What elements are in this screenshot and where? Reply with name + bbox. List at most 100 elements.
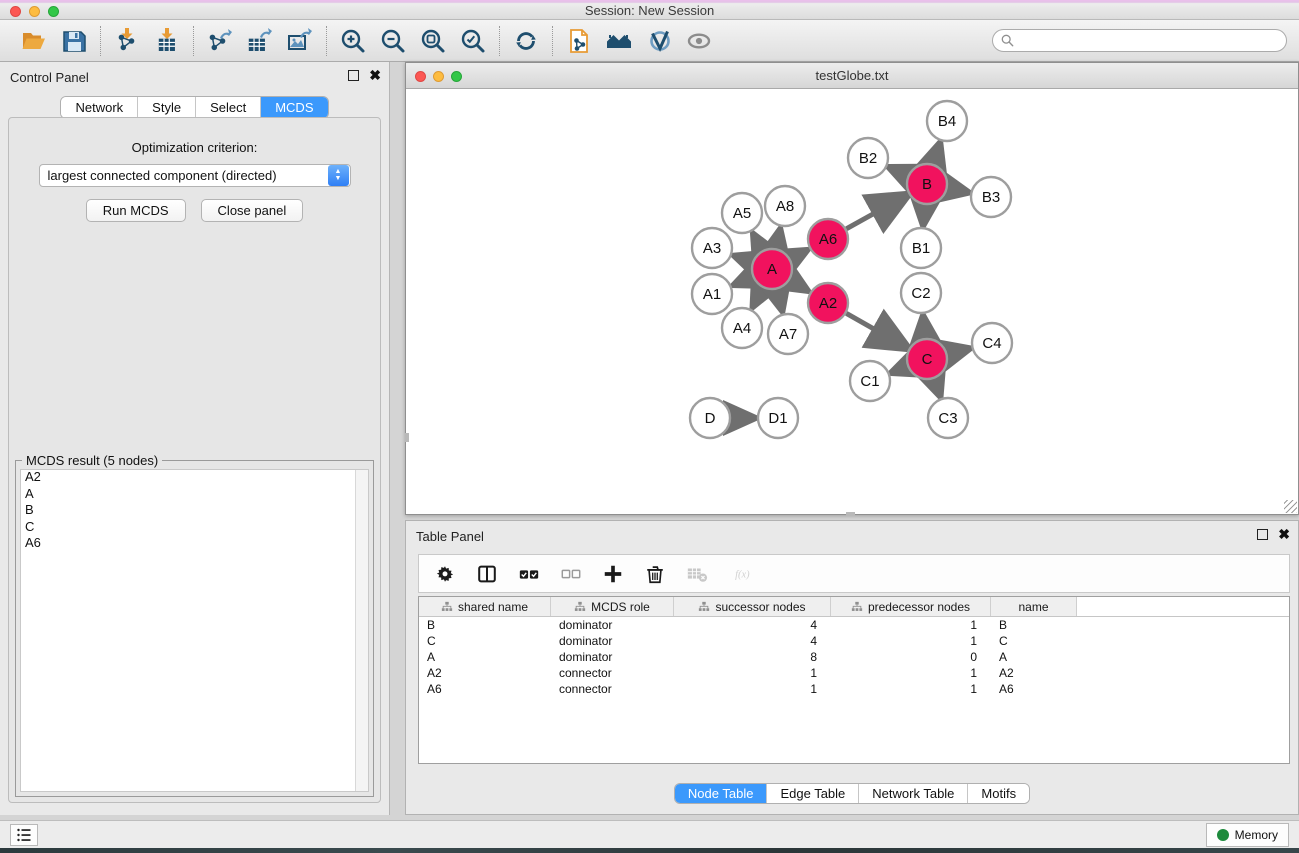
edge-B-B2[interactable]	[891, 168, 908, 175]
split-view-button[interactable]	[473, 560, 501, 588]
column-header-shared-name[interactable]: shared name	[419, 597, 551, 616]
cell-shared-name[interactable]: A	[419, 649, 551, 665]
edge-A-A6[interactable]	[791, 251, 806, 259]
close-panel-button[interactable]: Close panel	[201, 199, 304, 222]
close-table-panel-icon[interactable]: ✖	[1278, 529, 1290, 540]
result-scrollbar[interactable]	[355, 470, 368, 791]
cell-shared-name[interactable]: A2	[419, 665, 551, 681]
net-zoom-button[interactable]	[451, 71, 462, 82]
column-header-predecessor-nodes[interactable]: predecessor nodes	[831, 597, 991, 616]
edge-A-A5[interactable]	[754, 235, 762, 250]
select-all-button[interactable]	[515, 560, 543, 588]
zoom-fit-button[interactable]	[416, 25, 450, 57]
cell-name[interactable]: A2	[991, 665, 1077, 681]
cell-name[interactable]: A6	[991, 681, 1077, 697]
cell-shared-name[interactable]: C	[419, 633, 551, 649]
edge-C-C1[interactable]	[893, 367, 907, 372]
hide-graphics-button[interactable]	[682, 25, 716, 57]
cell-predecessor-nodes[interactable]: 1	[831, 633, 991, 649]
cell-successor-nodes[interactable]: 8	[674, 649, 831, 665]
add-column-button[interactable]	[599, 560, 627, 588]
tab-select[interactable]: Select	[196, 97, 261, 118]
network-canvas[interactable]: B4B2BB3A8A5A6A3B1AA1C2A2A4A7C4CC1C3DD1	[406, 89, 1298, 514]
tab-network[interactable]: Network	[61, 97, 138, 118]
resize-grip-icon[interactable]	[1284, 500, 1297, 513]
cell-predecessor-nodes[interactable]: 0	[831, 649, 991, 665]
mcds-result-list[interactable]: A2ABCA6	[20, 469, 369, 792]
tab-mcds[interactable]: MCDS	[261, 97, 327, 118]
delete-column-button[interactable]	[641, 560, 669, 588]
left-resize-handle[interactable]	[405, 433, 409, 442]
cell-MCDS-role[interactable]: dominator	[551, 633, 674, 649]
cell-successor-nodes[interactable]: 1	[674, 681, 831, 697]
cell-name[interactable]: C	[991, 633, 1077, 649]
network-from-file-button[interactable]	[562, 25, 596, 57]
edge-A-A2[interactable]	[790, 280, 807, 290]
cell-predecessor-nodes[interactable]: 1	[831, 665, 991, 681]
edge-B-B3[interactable]	[948, 188, 967, 192]
edge-C-C4[interactable]	[947, 349, 967, 354]
table-settings-button[interactable]	[431, 560, 459, 588]
mcds-result-item[interactable]: B	[21, 503, 368, 520]
edge-A-A8[interactable]	[776, 230, 780, 248]
search-input[interactable]	[1014, 30, 1286, 51]
zoom-in-button[interactable]	[336, 25, 370, 57]
zoom-selected-button[interactable]	[456, 25, 490, 57]
mcds-result-item[interactable]: A2	[21, 470, 368, 487]
cell-successor-nodes[interactable]: 1	[674, 665, 831, 681]
close-panel-icon[interactable]: ✖	[369, 70, 381, 81]
cell-successor-nodes[interactable]: 4	[674, 617, 831, 633]
net-minimize-button[interactable]	[433, 71, 444, 82]
edge-B-B4[interactable]	[933, 145, 939, 164]
tab-motifs[interactable]: Motifs	[968, 784, 1029, 803]
ndex-home-button[interactable]	[602, 25, 636, 57]
table-row[interactable]: A2connector11A2	[419, 665, 1289, 681]
zoom-out-button[interactable]	[376, 25, 410, 57]
export-image-button[interactable]	[283, 25, 317, 57]
network-window-titlebar[interactable]: testGlobe.txt	[406, 63, 1298, 89]
import-network-button[interactable]	[110, 25, 144, 57]
cell-MCDS-role[interactable]: dominator	[551, 617, 674, 633]
tab-style[interactable]: Style	[138, 97, 196, 118]
cell-predecessor-nodes[interactable]: 1	[831, 617, 991, 633]
cell-successor-nodes[interactable]: 4	[674, 633, 831, 649]
tab-edge-table[interactable]: Edge Table	[767, 784, 859, 803]
table-row[interactable]: Adominator80A	[419, 649, 1289, 665]
criterion-select[interactable]: largest connected component (directed) ▲…	[39, 164, 351, 187]
column-header-name[interactable]: name	[991, 597, 1077, 616]
edge-A-A1[interactable]	[735, 277, 753, 284]
import-table-button[interactable]	[150, 25, 184, 57]
table-row[interactable]: A6connector11A6	[419, 681, 1289, 697]
export-table-button[interactable]	[243, 25, 277, 57]
search-box[interactable]	[992, 29, 1287, 52]
bottom-resize-handle[interactable]	[846, 512, 855, 516]
graphics-details-button[interactable]	[642, 25, 676, 57]
memory-button[interactable]: Memory	[1206, 823, 1289, 847]
edge-A2-C[interactable]	[846, 313, 905, 346]
run-mcds-button[interactable]: Run MCDS	[86, 199, 186, 222]
save-session-button[interactable]	[57, 25, 91, 57]
edge-B-B1[interactable]	[923, 205, 925, 223]
mcds-result-item[interactable]: A6	[21, 536, 368, 553]
table-row[interactable]: Cdominator41C	[419, 633, 1289, 649]
task-history-button[interactable]	[10, 824, 38, 846]
mcds-result-item[interactable]: C	[21, 520, 368, 537]
open-session-button[interactable]	[17, 25, 51, 57]
edge-C-C2[interactable]	[923, 318, 925, 338]
cell-MCDS-role[interactable]: dominator	[551, 649, 674, 665]
cell-name[interactable]: B	[991, 617, 1077, 633]
export-network-button[interactable]	[203, 25, 237, 57]
edge-A-A7[interactable]	[777, 289, 782, 309]
cell-shared-name[interactable]: A6	[419, 681, 551, 697]
edge-A-A3[interactable]	[736, 256, 753, 262]
cell-predecessor-nodes[interactable]: 1	[831, 681, 991, 697]
node-table[interactable]: shared nameMCDS rolesuccessor nodesprede…	[418, 596, 1290, 764]
edge-A6-B[interactable]	[846, 196, 905, 229]
float-table-panel-icon[interactable]	[1257, 529, 1268, 540]
cell-shared-name[interactable]: B	[419, 617, 551, 633]
net-close-button[interactable]	[415, 71, 426, 82]
tab-node-table[interactable]: Node Table	[675, 784, 768, 803]
deselect-all-button[interactable]	[557, 560, 585, 588]
edge-C-C3[interactable]	[934, 379, 940, 395]
mcds-result-item[interactable]: A	[21, 487, 368, 504]
